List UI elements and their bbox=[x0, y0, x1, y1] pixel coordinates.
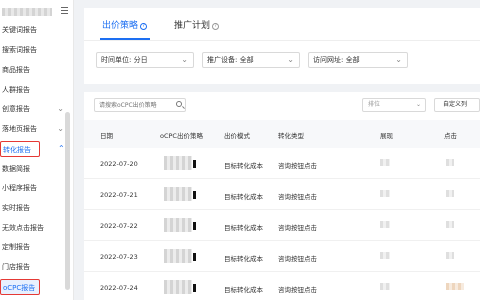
conversion-type-cell: 咨询按钮点击 bbox=[278, 224, 317, 232]
chevron-down-icon: ⌄ bbox=[57, 104, 64, 113]
impressions-cell-redacted bbox=[380, 190, 390, 197]
sidebar-item-mini-program-report[interactable]: 小程序报告 bbox=[0, 180, 70, 196]
column-header-bid-mode[interactable]: 出价模式 bbox=[224, 130, 250, 140]
impressions-cell-redacted bbox=[380, 252, 390, 259]
sidebar-item-audience-report[interactable]: 人群报告 bbox=[0, 82, 70, 98]
sidebar-item-landing-page-report[interactable]: 落地页报告 ⌄ bbox=[0, 121, 70, 137]
sidebar-item-custom-report[interactable]: 定制报告 bbox=[0, 239, 70, 255]
conversion-type-cell: 咨询按钮点击 bbox=[278, 162, 317, 170]
custom-columns-button[interactable]: 自定义列 bbox=[434, 98, 480, 112]
search-icon[interactable] bbox=[176, 101, 182, 107]
chevron-down-icon: ⌄ bbox=[57, 124, 64, 133]
column-header-strategy[interactable]: oCPC出价策略 bbox=[160, 130, 203, 140]
sidebar: 关键词报告 搜索词报告 商品报告 人群报告 创意报告 ⌄ 落地页报告 ⌄ 转化报告 … bbox=[0, 0, 74, 300]
clicks-cell-redacted bbox=[446, 283, 464, 290]
bid-mode-cell: 目标转化成本 bbox=[224, 162, 263, 170]
sidebar-item-conversion-report[interactable]: 转化报告 bbox=[0, 141, 40, 157]
sidebar-item-invalid-click-report[interactable]: 无效点击报告 bbox=[0, 220, 70, 236]
bid-mode-cell: 目标转化成本 bbox=[224, 193, 263, 201]
impressions-cell-redacted bbox=[380, 221, 390, 228]
sidebar-header bbox=[0, 0, 73, 24]
table-row[interactable]: 2022-07-22 目标转化成本 咨询按钮点击 bbox=[84, 210, 480, 241]
impressions-cell-redacted bbox=[380, 159, 390, 166]
bid-mode-cell: 目标转化成本 bbox=[224, 286, 263, 294]
tab-divider bbox=[84, 40, 480, 41]
clicks-cell-redacted bbox=[446, 221, 454, 228]
chevron-down-icon: ⌄ bbox=[415, 101, 421, 108]
strategy-cell-redacted bbox=[164, 187, 196, 201]
sidebar-item-store-report[interactable]: 门店报告 bbox=[0, 259, 70, 275]
table-row[interactable]: 2022-07-23 目标转化成本 咨询按钮点击 bbox=[84, 241, 480, 272]
menu-icon[interactable] bbox=[61, 7, 68, 15]
chevron-up-icon: ⌃ bbox=[58, 144, 65, 153]
tab-bid-strategy[interactable]: 出价策略? bbox=[102, 18, 148, 31]
chevron-down-icon: ⌄ bbox=[395, 55, 402, 64]
search-input[interactable] bbox=[95, 99, 169, 111]
question-icon[interactable]: ? bbox=[140, 23, 148, 30]
date-cell: 2022-07-22 bbox=[100, 222, 138, 230]
sort-select[interactable]: 排位 ⌄ bbox=[362, 98, 426, 112]
date-cell: 2022-07-24 bbox=[100, 284, 138, 292]
strategy-cell-redacted bbox=[164, 218, 196, 232]
table-row[interactable]: 2022-07-20 目标转化成本 咨询按钮点击 bbox=[84, 148, 480, 179]
sidebar-title-blurred bbox=[2, 8, 52, 16]
date-cell: 2022-07-21 bbox=[100, 191, 138, 199]
sidebar-item-data-brief[interactable]: 数据简报 bbox=[0, 161, 70, 177]
data-table-panel: 排位⌄ 自定义列 日期 oCPC出价策略 出价模式 转化类型 展现 点击 202… bbox=[84, 92, 480, 300]
strategy-search[interactable] bbox=[94, 98, 186, 112]
date-cell: 2022-07-23 bbox=[100, 253, 138, 261]
strategy-cell-redacted bbox=[164, 156, 196, 170]
conversion-type-cell: 咨询按钮点击 bbox=[278, 286, 317, 294]
column-header-clicks[interactable]: 点击 bbox=[444, 130, 457, 140]
time-unit-select[interactable]: 时间单位: 分日 ⌄ bbox=[96, 52, 194, 68]
table-row[interactable]: 2022-07-24 目标转化成本 咨询按钮点击 bbox=[84, 272, 480, 300]
date-cell: 2022-07-20 bbox=[100, 160, 138, 168]
device-select[interactable]: 推广设备: 全部 ⌄ bbox=[202, 52, 300, 68]
strategy-panel: 出价策略? 推广计划? 时间单位: 分日 ⌄ 推广设备: 全部 ⌄ 访问网址: 全部… bbox=[84, 8, 480, 84]
table-row[interactable]: 2022-07-21 目标转化成本 咨询按钮点击 bbox=[84, 179, 480, 210]
chevron-down-icon: ⌄ bbox=[181, 55, 188, 64]
question-icon[interactable]: ? bbox=[212, 23, 220, 30]
column-header-impressions[interactable]: 展现 bbox=[380, 130, 393, 140]
chevron-down-icon: ⌄ bbox=[287, 55, 294, 64]
column-header-conversion-type[interactable]: 转化类型 bbox=[278, 130, 304, 140]
strategy-cell-redacted bbox=[164, 249, 196, 263]
table-header: 日期 oCPC出价策略 出价模式 转化类型 展现 点击 bbox=[84, 120, 480, 148]
bid-mode-cell: 目标转化成本 bbox=[224, 224, 263, 232]
sidebar-item-search-term-report[interactable]: 搜索词报告 bbox=[0, 42, 70, 58]
tab-campaign[interactable]: 推广计划? bbox=[174, 18, 220, 31]
sidebar-scrollbar[interactable] bbox=[65, 112, 70, 290]
clicks-cell-redacted bbox=[446, 159, 454, 166]
sidebar-item-product-report[interactable]: 商品报告 bbox=[0, 62, 70, 78]
conversion-type-cell: 咨询按钮点击 bbox=[278, 255, 317, 263]
sidebar-item-creative-report[interactable]: 创意报告 ⌄ bbox=[0, 101, 70, 117]
conversion-type-cell: 咨询按钮点击 bbox=[278, 193, 317, 201]
column-header-date[interactable]: 日期 bbox=[100, 130, 113, 140]
clicks-cell-redacted bbox=[446, 252, 454, 259]
bid-mode-cell: 目标转化成本 bbox=[224, 255, 263, 263]
impressions-cell-redacted bbox=[380, 283, 390, 290]
url-select[interactable]: 访问网址: 全部 ⌄ bbox=[308, 52, 408, 68]
strategy-cell-redacted bbox=[164, 280, 196, 294]
sidebar-item-keyword-report[interactable]: 关键词报告 bbox=[0, 22, 70, 38]
sidebar-item-ocpc-report[interactable]: oCPC报告 bbox=[0, 279, 40, 295]
clicks-cell-redacted bbox=[446, 190, 454, 197]
sidebar-item-realtime-report[interactable]: 实时报告 bbox=[0, 200, 70, 216]
